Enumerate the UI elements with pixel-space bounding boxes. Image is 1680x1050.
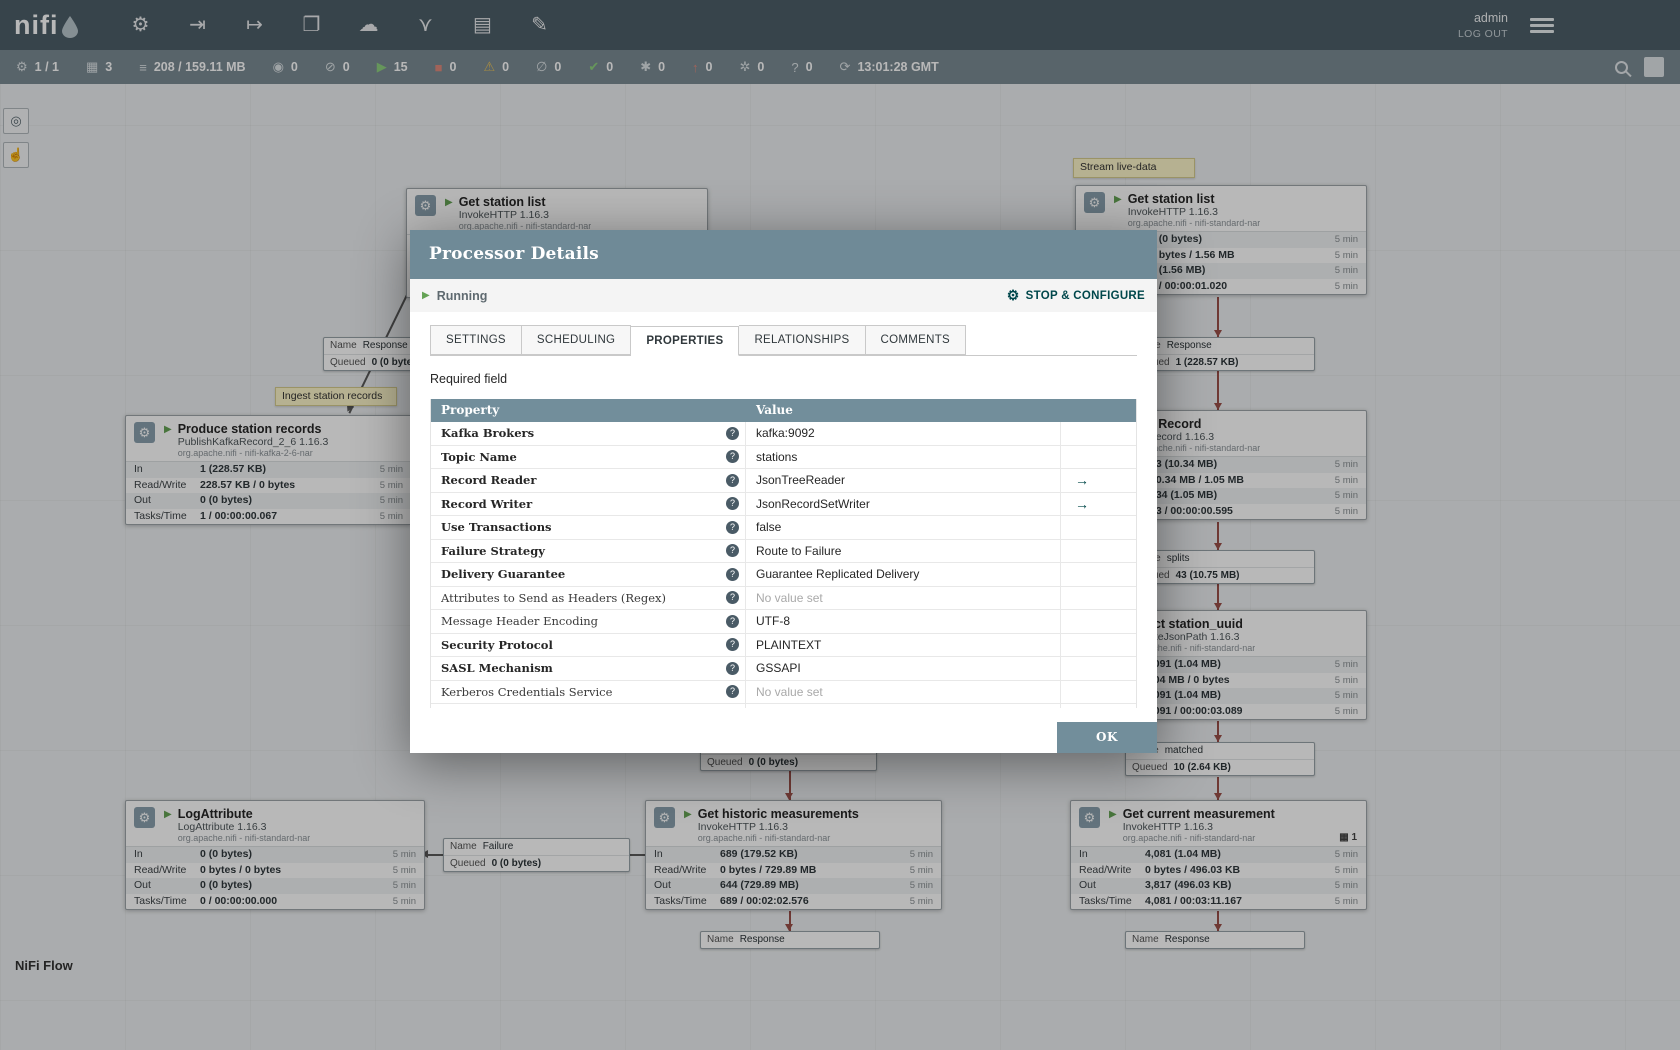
help-icon[interactable]: ?: [726, 450, 739, 464]
dialog-tab[interactable]: PROPERTIES: [631, 326, 740, 356]
help-icon[interactable]: ?: [726, 661, 739, 675]
property-column-header: Property: [441, 403, 500, 417]
help-icon[interactable]: ?: [726, 473, 739, 487]
help-icon[interactable]: ?: [726, 591, 739, 605]
property-name: Security Protocol: [441, 637, 553, 652]
help-icon[interactable]: ?: [726, 567, 739, 581]
property-row: Record Reader ? JsonTreeReader →: [431, 469, 1136, 493]
property-name: Topic Name: [441, 449, 517, 464]
property-value: Route to Failure: [756, 543, 842, 558]
go-to-service-icon[interactable]: →: [1075, 472, 1089, 488]
value-column-header: Value: [756, 403, 793, 417]
go-to-service-icon[interactable]: →: [1075, 496, 1089, 512]
processor-details-dialog: Processor Details ▶ Running ⚙ STOP & CON…: [410, 230, 1157, 753]
running-status-icon: ▶: [422, 290, 430, 301]
property-row: Failure Strategy ? Route to Failure →: [431, 539, 1136, 563]
property-name: Delivery Guarantee: [441, 567, 566, 582]
property-value: PLAINTEXT: [756, 637, 822, 652]
property-value: Guarantee Replicated Delivery: [756, 567, 920, 582]
property-row: Kerberos Service Name ? No value set →: [431, 704, 1136, 708]
dialog-tabs: SETTINGS SCHEDULING PROPERTIES RELATIONS…: [430, 325, 1137, 356]
property-name: Attributes to Send as Headers (Regex): [441, 590, 666, 605]
property-row: Record Writer ? JsonRecordSetWriter →: [431, 492, 1136, 516]
processor-state-label: Running: [436, 288, 488, 303]
property-name: Use Transactions: [441, 520, 552, 535]
property-row: Kafka Brokers ? kafka:9092 →: [431, 422, 1136, 446]
dialog-tab[interactable]: SCHEDULING: [521, 325, 632, 355]
properties-table: Property Value Kafka Brokers ? kafka:909…: [430, 399, 1137, 708]
property-row: Delivery Guarantee ? Guarantee Replicate…: [431, 563, 1136, 587]
help-icon[interactable]: ?: [726, 638, 739, 652]
help-icon[interactable]: ?: [726, 614, 739, 628]
property-name: Record Reader: [441, 473, 537, 488]
property-value: UTF-8: [756, 614, 790, 629]
property-value: No value set: [756, 590, 823, 605]
property-row: Topic Name ? stations →: [431, 445, 1136, 469]
help-icon[interactable]: ?: [726, 497, 739, 511]
property-row: Use Transactions ? false →: [431, 516, 1136, 540]
property-name: Kerberos Credentials Service: [441, 684, 613, 699]
help-icon[interactable]: ?: [726, 685, 739, 699]
property-value: No value set: [756, 684, 823, 699]
property-value: stations: [756, 449, 798, 464]
property-name: Kafka Brokers: [441, 426, 535, 441]
dialog-tab[interactable]: COMMENTS: [865, 325, 967, 355]
property-row: Security Protocol ? PLAINTEXT →: [431, 633, 1136, 657]
property-value: JsonRecordSetWriter: [756, 496, 870, 511]
help-icon[interactable]: ?: [726, 426, 739, 440]
required-field-note: Required field: [430, 372, 508, 386]
configure-gear-icon: ⚙: [1006, 287, 1020, 303]
property-name: Failure Strategy: [441, 543, 545, 558]
property-value: false: [756, 520, 782, 535]
property-row: SASL Mechanism ? GSSAPI →: [431, 657, 1136, 681]
property-row: Kerberos Credentials Service ? No value …: [431, 680, 1136, 704]
dialog-tab[interactable]: RELATIONSHIPS: [739, 325, 866, 355]
help-icon[interactable]: ?: [726, 520, 739, 534]
property-name: Message Header Encoding: [441, 614, 599, 629]
property-name: Record Writer: [441, 496, 533, 511]
property-value: JsonTreeReader: [756, 473, 845, 488]
ok-button[interactable]: OK: [1057, 722, 1157, 753]
property-name: SASL Mechanism: [441, 661, 553, 676]
property-value: kafka:9092: [756, 426, 815, 441]
property-value: GSSAPI: [756, 661, 801, 676]
dialog-title: Processor Details: [410, 230, 1157, 279]
dialog-tab[interactable]: SETTINGS: [430, 325, 522, 355]
property-row: Attributes to Send as Headers (Regex) ? …: [431, 586, 1136, 610]
help-icon[interactable]: ?: [726, 544, 739, 558]
stop-and-configure-button[interactable]: ⚙ STOP & CONFIGURE: [1007, 287, 1145, 304]
property-row: Message Header Encoding ? UTF-8 →: [431, 610, 1136, 634]
